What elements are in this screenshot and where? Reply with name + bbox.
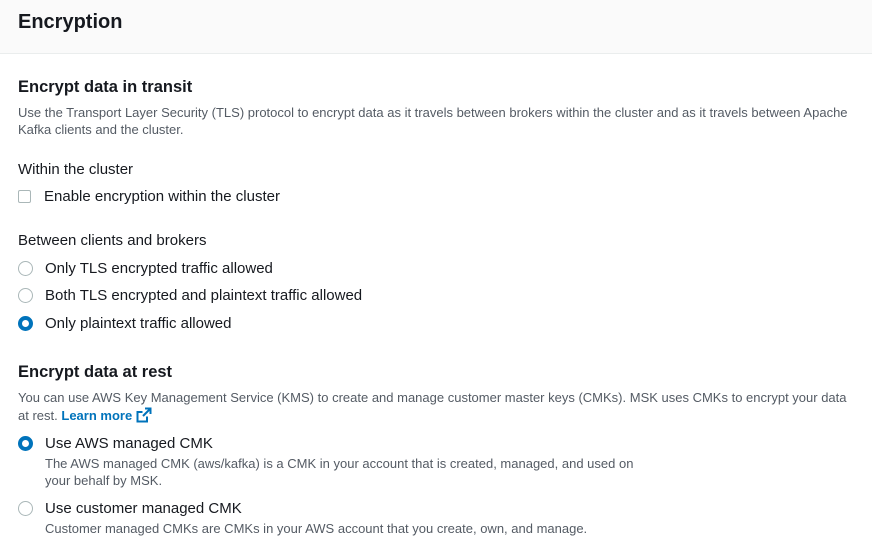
radio-customer-managed-cmk[interactable]: Use customer managed CMK: [18, 500, 242, 517]
radio-only-tls[interactable]: Only TLS encrypted traffic allowed: [18, 260, 273, 277]
radio-label: Use AWS managed CMK: [45, 435, 213, 452]
radio-only-plaintext[interactable]: Only plaintext traffic allowed: [18, 315, 231, 332]
panel-title: Encryption: [18, 11, 123, 33]
radio-aws-managed-cmk[interactable]: Use AWS managed CMK: [18, 435, 213, 452]
radio-label: Use customer managed CMK: [45, 500, 242, 517]
radio-button[interactable]: [18, 261, 33, 276]
radio-label: Only TLS encrypted traffic allowed: [45, 260, 273, 277]
learn-more-label: Learn more: [61, 407, 133, 423]
aws-managed-cmk-description: The AWS managed CMK (aws/kafka) is a CMK…: [45, 456, 634, 488]
rest-description: You can use AWS Key Management Service (…: [18, 390, 858, 424]
transit-description: Use the Transport Layer Security (TLS) p…: [18, 105, 848, 137]
radio-button[interactable]: [18, 501, 33, 516]
between-clients-brokers-label: Between clients and brokers: [18, 232, 207, 249]
radio-tls-and-plaintext[interactable]: Both TLS encrypted and plaintext traffic…: [18, 287, 362, 304]
checkbox-box[interactable]: [18, 190, 31, 203]
radio-label: Both TLS encrypted and plaintext traffic…: [45, 287, 363, 304]
within-cluster-label: Within the cluster: [18, 161, 134, 178]
radio-button-selected[interactable]: [18, 316, 33, 331]
rest-section-title: Encrypt data at rest: [18, 363, 173, 381]
panel-header: Encryption: [0, 0, 872, 54]
external-link-icon: [136, 407, 152, 422]
radio-button[interactable]: [18, 288, 33, 303]
radio-button-selected[interactable]: [18, 436, 33, 451]
enable-encryption-within-cluster-checkbox[interactable]: Enable encryption within the cluster: [18, 188, 280, 205]
customer-managed-cmk-description: Customer managed CMKs are CMKs in your A…: [45, 521, 588, 536]
checkbox-label: Enable encryption within the cluster: [44, 188, 280, 205]
transit-section-title: Encrypt data in transit: [18, 78, 193, 96]
learn-more-link[interactable]: Learn more: [61, 407, 152, 423]
radio-label: Only plaintext traffic allowed: [45, 315, 232, 332]
